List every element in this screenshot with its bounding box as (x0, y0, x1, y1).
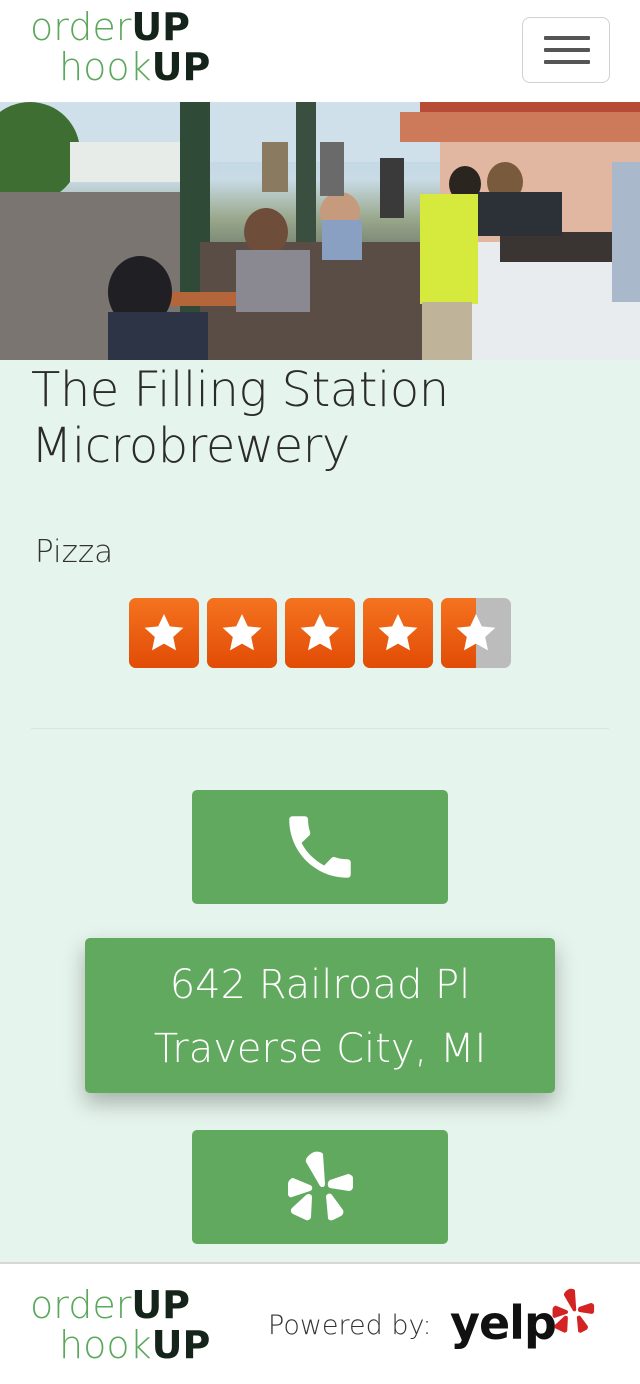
star-1 (129, 598, 199, 668)
logo-word-up: UP (131, 1283, 191, 1327)
star-icon (144, 614, 184, 651)
address-button[interactable]: 642 Railroad Pl Traverse City, MI (85, 938, 555, 1093)
logo-word-up: UP (131, 5, 191, 49)
yelp-button[interactable] (192, 1130, 448, 1244)
logo-word-order: order (30, 1283, 132, 1327)
orderup-hookup-logo[interactable]: orderUP hookUP (30, 8, 210, 86)
star-icon (300, 614, 340, 651)
star-5 (441, 598, 511, 668)
footer-orderup-hookup-logo[interactable]: orderUP hookUP (30, 1286, 210, 1364)
restaurant-photo (0, 102, 640, 360)
footer: orderUP hookUP Powered by: yelp (0, 1262, 640, 1384)
business-category: Pizza (35, 534, 114, 570)
star-icon (222, 614, 262, 651)
hamburger-icon-line (544, 60, 590, 64)
call-button[interactable] (192, 790, 448, 904)
address-city: Traverse City, MI (153, 1026, 487, 1072)
logo-word-hook: hook (59, 1323, 152, 1367)
logo-word-up-2: UP (151, 45, 211, 89)
business-name: The Filling Station Microbrewery (31, 362, 449, 474)
powered-by-label: Powered by: (268, 1310, 432, 1341)
logo-word-hook: hook (59, 45, 152, 89)
yelp-icon (288, 1151, 353, 1221)
phone-icon (289, 816, 351, 878)
star-4 (363, 598, 433, 668)
yelp-wordmark: yelp (450, 1296, 557, 1350)
section-divider (31, 728, 609, 729)
logo-word-order: order (30, 5, 132, 49)
logo-word-up-2: UP (151, 1323, 211, 1367)
address-street: 642 Railroad Pl (169, 962, 471, 1008)
hamburger-icon-line (544, 48, 590, 52)
star-2 (207, 598, 277, 668)
star-3 (285, 598, 355, 668)
rating-stars (129, 598, 513, 668)
star-icon (456, 614, 496, 651)
top-navbar: orderUP hookUP (0, 0, 640, 102)
star-icon (378, 614, 418, 651)
hamburger-icon (544, 36, 590, 40)
yelp-burst-icon (552, 1288, 595, 1333)
restaurant-photo-illustration (0, 102, 640, 360)
yelp-logo-link[interactable]: yelp (450, 1284, 600, 1354)
menu-toggle-button[interactable] (522, 17, 610, 83)
